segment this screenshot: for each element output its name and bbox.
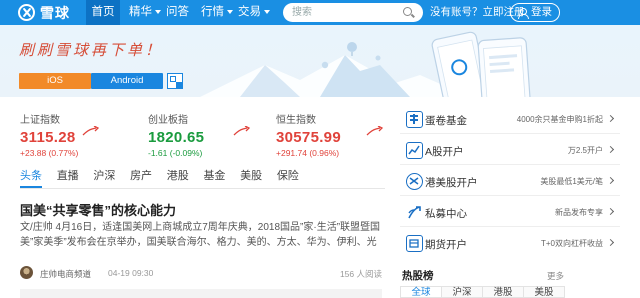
article-time: 04-19 09:30 bbox=[108, 268, 154, 278]
hot-tab-hk[interactable]: 港股 bbox=[483, 286, 524, 298]
login-button[interactable]: 登录 bbox=[510, 3, 560, 22]
nav-trade[interactable]: 交易 bbox=[238, 0, 270, 25]
sidebar-divider bbox=[400, 164, 620, 165]
search-icon[interactable] bbox=[403, 7, 412, 16]
ios-download-button[interactable]: iOS bbox=[19, 73, 91, 89]
search-box bbox=[283, 3, 423, 22]
app-download-banner: 刷刷雪球再下单！ iOS Android bbox=[0, 25, 640, 97]
index-name: 恒生指数 bbox=[276, 115, 316, 126]
sidebar-divider bbox=[400, 226, 620, 227]
chevron-down-icon bbox=[155, 9, 161, 14]
search-input[interactable] bbox=[292, 5, 397, 20]
tab-hk-stocks[interactable]: 港股 bbox=[167, 166, 189, 188]
index-change: -1.61 (-0.09%) bbox=[148, 148, 203, 158]
sidebar-item-title: 蛋卷基金 bbox=[425, 115, 467, 127]
article-read-count: 156 人阅读 bbox=[339, 269, 382, 279]
sidebar-item-title: 港美股开户 bbox=[425, 177, 478, 189]
index-value: 30575.99 bbox=[276, 129, 341, 146]
sidebar-item-title: 期货开户 bbox=[425, 239, 467, 251]
sidebar-item-hk-us-account[interactable]: 港美股开户 美股最低1美元/笔 bbox=[400, 169, 640, 194]
hot-stocks-more-link[interactable]: 更多 bbox=[547, 270, 564, 282]
qr-code-icon[interactable] bbox=[167, 73, 183, 89]
hot-tab-us[interactable]: 美股 bbox=[524, 286, 565, 298]
hot-stocks-title: 热股榜 bbox=[402, 270, 434, 282]
fund-icon bbox=[406, 111, 423, 128]
next-article-placeholder bbox=[20, 289, 382, 298]
sidebar-item-desc: 美股最低1美元/笔 bbox=[540, 177, 603, 186]
xueqiu-logo[interactable]: 雪球 bbox=[18, 3, 70, 22]
avatar[interactable] bbox=[20, 266, 33, 279]
user-icon bbox=[518, 7, 529, 19]
chevron-right-icon bbox=[606, 238, 615, 247]
nav-featured[interactable]: 精华 bbox=[129, 0, 161, 25]
tab-a-shares[interactable]: 沪深 bbox=[93, 166, 115, 188]
sidebar-item-desc: 4000余只基金申购1折起 bbox=[516, 115, 603, 124]
hot-tab-a-shares[interactable]: 沪深 bbox=[442, 286, 483, 298]
sidebar-item-desc: T+0双向杠杆收益 bbox=[540, 239, 603, 248]
sidebar-item-title: 私募中心 bbox=[425, 208, 467, 220]
sidebar-item-desc: 万2.5开户 bbox=[567, 146, 603, 155]
sidebar-item-fund[interactable]: 蛋卷基金 4000余只基金申购1折起 bbox=[400, 107, 640, 132]
article-author[interactable]: 庄帅电商频道 bbox=[40, 268, 91, 280]
tab-funds[interactable]: 基金 bbox=[203, 166, 225, 188]
article-title[interactable]: 国美“共享零售”的核心能力 bbox=[20, 200, 176, 219]
article-summary[interactable]: 文/庄帅 4月16日，适逢国美网上商城成立7周年庆典，2018国品”家·生活”联… bbox=[20, 220, 382, 250]
index-name: 上证指数 bbox=[20, 115, 60, 126]
tab-headlines[interactable]: 头条 bbox=[20, 166, 42, 188]
index-value: 3115.28 bbox=[20, 129, 76, 146]
chevron-right-icon bbox=[606, 145, 615, 154]
chevron-right-icon bbox=[606, 207, 615, 216]
tab-real-estate[interactable]: 房产 bbox=[130, 166, 152, 188]
chevron-down-icon bbox=[227, 9, 233, 14]
hot-tab-global[interactable]: 全球 bbox=[400, 286, 442, 298]
sidebar-item-futures-account[interactable]: 期货开户 T+0双向杠杆收益 bbox=[400, 231, 640, 256]
index-change: +291.74 (0.96%) bbox=[276, 148, 340, 158]
tab-insurance[interactable]: 保险 bbox=[277, 166, 299, 188]
hk-us-stock-icon bbox=[406, 173, 423, 190]
top-nav-bar: 雪球 首页 精华 问答 行情 交易 没有账号？立即注册 登录 bbox=[0, 0, 640, 25]
article-meta: 庄帅电商频道 04-19 09:30 156 人阅读 bbox=[20, 266, 382, 280]
sidebar-divider bbox=[400, 195, 620, 196]
index-change: +23.88 (0.77%) bbox=[20, 148, 79, 158]
futures-icon bbox=[406, 235, 423, 252]
sidebar-item-title: A股开户 bbox=[425, 146, 464, 158]
trend-up-icon bbox=[233, 126, 251, 136]
trend-up-icon bbox=[366, 126, 384, 136]
index-value: 1820.65 bbox=[148, 129, 205, 146]
nav-home[interactable]: 首页 bbox=[86, 0, 120, 25]
android-download-button[interactable]: Android bbox=[91, 73, 163, 89]
news-tabs: 头条 直播 沪深 房产 港股 基金 美股 保险 bbox=[20, 166, 314, 188]
index-card-hangseng[interactable]: 恒生指数 30575.99 +291.74 (0.96%) bbox=[276, 111, 341, 158]
sidebar-divider bbox=[400, 133, 620, 134]
nav-qa[interactable]: 问答 bbox=[166, 0, 189, 25]
logo-icon bbox=[18, 4, 35, 21]
logo-text: 雪球 bbox=[40, 4, 70, 21]
sidebar-item-desc: 新品发布专享 bbox=[555, 208, 603, 217]
banner-slogan: 刷刷雪球再下单！ bbox=[19, 41, 164, 59]
index-card-shanghai[interactable]: 上证指数 3115.28 +23.88 (0.77%) bbox=[20, 111, 78, 158]
tab-live[interactable]: 直播 bbox=[57, 166, 79, 188]
tab-us-stocks[interactable]: 美股 bbox=[240, 166, 262, 188]
a-share-chart-icon bbox=[406, 142, 423, 159]
trend-up-icon bbox=[82, 126, 100, 136]
index-card-chinext[interactable]: 创业板指 1820.65 -1.61 (-0.09%) bbox=[148, 111, 204, 158]
chevron-right-icon bbox=[606, 176, 615, 185]
sidebar-item-private-fund[interactable]: 私募中心 新品发布专享 bbox=[400, 200, 640, 225]
chevron-down-icon bbox=[264, 9, 270, 14]
tabs-divider bbox=[20, 188, 385, 189]
sidebar-item-a-share-account[interactable]: A股开户 万2.5开户 bbox=[400, 138, 640, 163]
chevron-right-icon bbox=[606, 114, 615, 123]
index-name: 创业板指 bbox=[148, 115, 188, 126]
nav-market[interactable]: 行情 bbox=[201, 0, 233, 25]
hot-stocks-tabs: 全球 沪深 港股 美股 bbox=[400, 286, 565, 298]
private-fund-icon bbox=[406, 204, 423, 221]
